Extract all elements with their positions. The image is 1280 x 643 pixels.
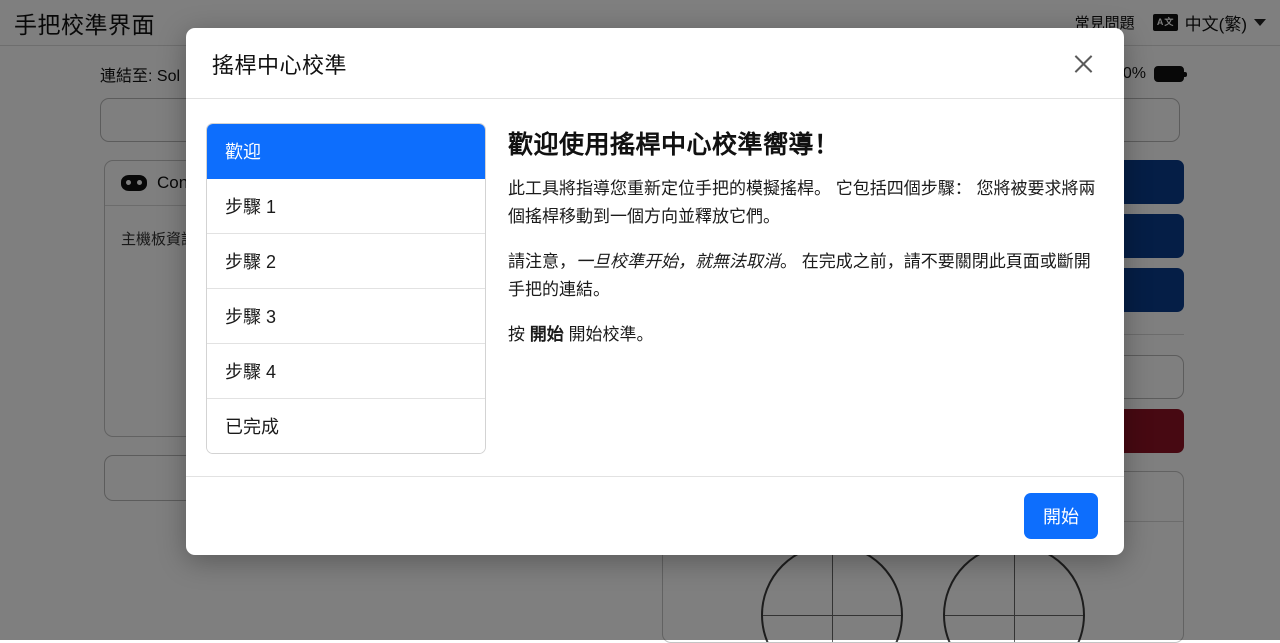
welcome-heading: 歡迎使用搖桿中心校準嚮導！ [508,125,1098,161]
step-item-4[interactable]: 步驟 4 [207,344,485,399]
dialog-body: 歡迎 步驟 1 步驟 2 步驟 3 步驟 4 已完成 歡迎使用搖桿中心校準嚮導！… [186,99,1124,476]
step-navigation-list: 歡迎 步驟 1 步驟 2 步驟 3 步驟 4 已完成 [206,123,486,454]
joystick-center-calibration-dialog: 搖桿中心校準 歡迎 步驟 1 步驟 2 步驟 3 步驟 4 已完成 歡迎使用搖桿… [186,28,1124,555]
start-button[interactable]: 開始 [1024,493,1098,539]
step-item-done[interactable]: 已完成 [207,399,485,453]
warning-prefix: 請注意， [508,252,576,271]
welcome-paragraph-3: 按 開始 開始校準。 [508,321,1098,349]
press-prefix: 按 [508,325,530,344]
dialog-title: 搖桿中心校準 [212,48,347,80]
welcome-paragraph-1: 此工具將指導您重新定位手把的模擬搖桿。 它包括四個步驟： 您將被要求將兩個搖桿移… [508,175,1098,230]
press-suffix: 開始校準。 [564,325,654,344]
dialog-footer: 開始 [186,476,1124,555]
press-strong: 開始 [530,325,564,344]
step-item-3[interactable]: 步驟 3 [207,289,485,344]
step-item-2[interactable]: 步驟 2 [207,234,485,289]
step-item-1[interactable]: 步驟 1 [207,179,485,234]
warning-emphasis: 一旦校準开始，就無法取消 [576,252,780,271]
welcome-pane: 歡迎使用搖桿中心校準嚮導！ 此工具將指導您重新定位手把的模擬搖桿。 它包括四個步… [508,123,1098,454]
dialog-header: 搖桿中心校準 [186,28,1124,99]
step-item-welcome[interactable]: 歡迎 [207,124,485,179]
welcome-paragraph-2: 請注意，一旦校準开始，就無法取消。 在完成之前，請不要關閉此頁面或斷開手把的連結… [508,248,1098,303]
close-icon[interactable] [1068,49,1098,79]
